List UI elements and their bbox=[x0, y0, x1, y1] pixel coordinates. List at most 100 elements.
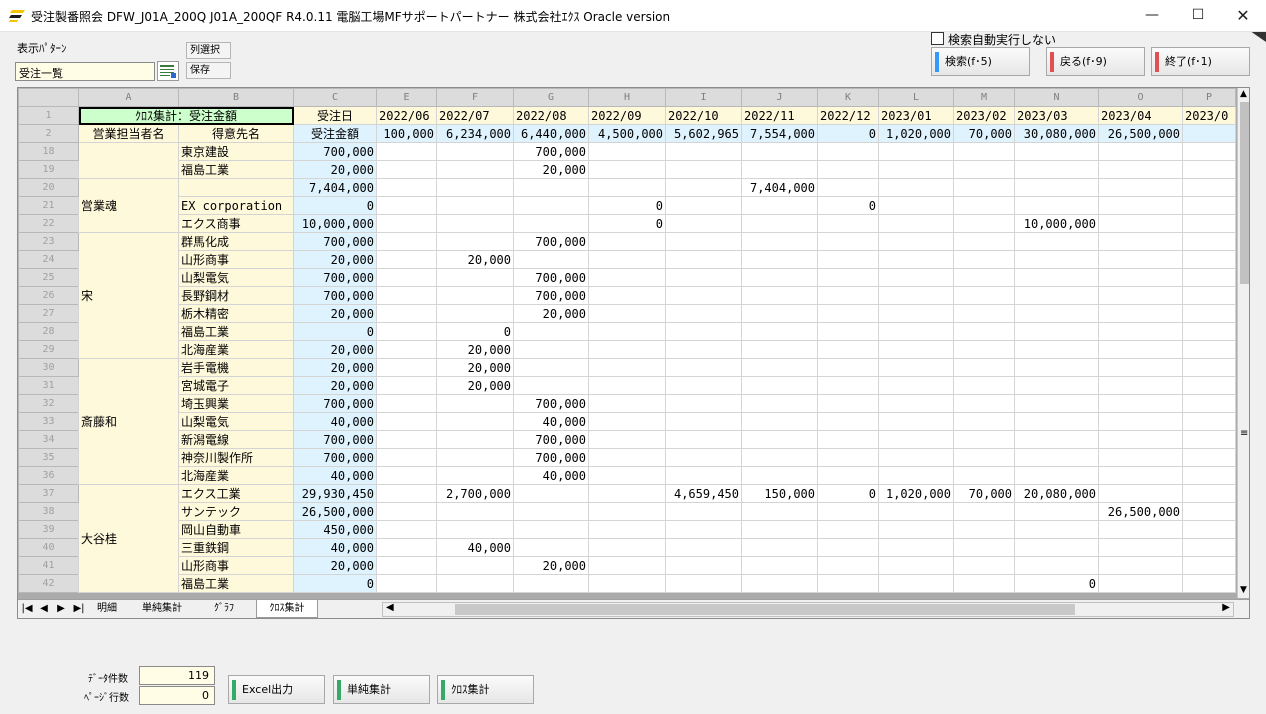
value-cell[interactable] bbox=[953, 160, 1015, 179]
month-header[interactable]: 2022/06 bbox=[376, 106, 437, 125]
value-cell[interactable] bbox=[513, 376, 589, 395]
value-cell[interactable]: 700,000 bbox=[513, 268, 589, 287]
value-cell[interactable] bbox=[436, 232, 514, 251]
horizontal-scroll-thumb[interactable] bbox=[455, 604, 1075, 615]
total-cell[interactable]: 6,440,000 bbox=[513, 124, 589, 143]
value-cell[interactable]: 0 bbox=[817, 196, 879, 215]
value-cell[interactable] bbox=[1014, 268, 1099, 287]
sales-rep-cell[interactable] bbox=[78, 142, 179, 179]
amount-cell[interactable]: 40,000 bbox=[293, 466, 377, 485]
value-cell[interactable] bbox=[376, 520, 437, 539]
value-cell[interactable]: 1,020,000 bbox=[878, 484, 954, 503]
value-cell[interactable] bbox=[376, 214, 437, 233]
value-cell[interactable] bbox=[665, 502, 742, 521]
value-cell[interactable] bbox=[953, 412, 1015, 431]
value-cell[interactable] bbox=[817, 430, 879, 449]
value-cell[interactable] bbox=[588, 250, 666, 269]
value-cell[interactable] bbox=[817, 556, 879, 575]
amount-cell[interactable]: 700,000 bbox=[293, 430, 377, 449]
value-cell[interactable] bbox=[376, 574, 437, 593]
value-cell[interactable] bbox=[1014, 196, 1099, 215]
value-cell[interactable] bbox=[513, 250, 589, 269]
value-cell[interactable] bbox=[878, 268, 954, 287]
value-cell[interactable] bbox=[376, 484, 437, 503]
value-cell[interactable] bbox=[1098, 232, 1183, 251]
value-cell[interactable]: 700,000 bbox=[513, 394, 589, 413]
column-header[interactable]: I bbox=[665, 88, 742, 107]
customer-cell[interactable]: 神奈川製作所 bbox=[178, 448, 294, 467]
value-cell[interactable] bbox=[588, 448, 666, 467]
row-number[interactable]: 38 bbox=[18, 502, 79, 521]
value-cell[interactable] bbox=[376, 556, 437, 575]
value-cell[interactable] bbox=[376, 142, 437, 161]
value-cell[interactable]: 150,000 bbox=[741, 484, 818, 503]
amount-cell[interactable]: 20,000 bbox=[293, 376, 377, 395]
value-cell[interactable] bbox=[1014, 250, 1099, 269]
value-cell[interactable] bbox=[436, 196, 514, 215]
value-cell[interactable] bbox=[376, 466, 437, 485]
value-cell[interactable] bbox=[436, 520, 514, 539]
column-select-button[interactable]: 列選択 bbox=[186, 42, 231, 59]
value-cell[interactable] bbox=[1014, 376, 1099, 395]
value-cell[interactable]: 26,500,000 bbox=[1098, 502, 1183, 521]
order-amount-header[interactable]: 受注金額 bbox=[293, 124, 377, 143]
value-cell[interactable] bbox=[741, 322, 818, 341]
row-number[interactable]: 20 bbox=[18, 178, 79, 197]
value-cell[interactable] bbox=[665, 538, 742, 557]
month-header[interactable]: 2022/12 bbox=[817, 106, 879, 125]
row-number[interactable]: 2 bbox=[18, 124, 79, 143]
row-number[interactable]: 37 bbox=[18, 484, 79, 503]
customer-cell[interactable]: 山梨電気 bbox=[178, 268, 294, 287]
spreadsheet[interactable]: A B C E F G H I J K L M N O P 1 ｸﾛｽ集計：受注金額 受注日 2022/06 2022… bbox=[17, 87, 1250, 619]
row-number[interactable]: 28 bbox=[18, 322, 79, 341]
value-cell[interactable] bbox=[817, 466, 879, 485]
value-cell[interactable] bbox=[953, 502, 1015, 521]
customer-cell[interactable]: エクス工業 bbox=[178, 484, 294, 503]
value-cell[interactable] bbox=[817, 160, 879, 179]
value-cell[interactable] bbox=[817, 538, 879, 557]
value-cell[interactable]: 700,000 bbox=[513, 448, 589, 467]
value-cell[interactable] bbox=[1098, 538, 1183, 557]
value-cell[interactable] bbox=[741, 214, 818, 233]
row-number[interactable]: 1 bbox=[18, 106, 79, 125]
value-cell[interactable] bbox=[588, 484, 666, 503]
value-cell[interactable] bbox=[1098, 574, 1183, 593]
value-cell[interactable] bbox=[1098, 160, 1183, 179]
page-rows-field[interactable]: 0 bbox=[139, 686, 215, 705]
value-cell[interactable]: 0 bbox=[588, 214, 666, 233]
value-cell[interactable] bbox=[1182, 358, 1236, 377]
value-cell[interactable] bbox=[1182, 214, 1236, 233]
value-cell[interactable] bbox=[817, 214, 879, 233]
value-cell[interactable] bbox=[741, 430, 818, 449]
cross-title-cell[interactable]: ｸﾛｽ集計：受注金額 bbox=[78, 106, 294, 125]
value-cell[interactable] bbox=[878, 322, 954, 341]
value-cell[interactable] bbox=[953, 268, 1015, 287]
value-cell[interactable] bbox=[1182, 484, 1236, 503]
row-number[interactable]: 33 bbox=[18, 412, 79, 431]
value-cell[interactable] bbox=[376, 412, 437, 431]
amount-cell[interactable]: 700,000 bbox=[293, 232, 377, 251]
value-cell[interactable] bbox=[1014, 394, 1099, 413]
simple-summary-button[interactable]: 単純集計 bbox=[333, 675, 430, 704]
customer-cell[interactable]: 埼玉興業 bbox=[178, 394, 294, 413]
value-cell[interactable]: 20,000 bbox=[436, 250, 514, 269]
amount-cell[interactable]: 26,500,000 bbox=[293, 502, 377, 521]
value-cell[interactable] bbox=[1098, 340, 1183, 359]
first-sheet-nav-icon[interactable]: |◀ bbox=[20, 600, 34, 618]
value-cell[interactable] bbox=[1182, 376, 1236, 395]
customer-cell[interactable]: 福島工業 bbox=[178, 574, 294, 593]
help-corner-icon[interactable] bbox=[1251, 32, 1266, 42]
amount-cell[interactable]: 20,000 bbox=[293, 304, 377, 323]
tab-cross-summary[interactable]: ｸﾛｽ集計 bbox=[256, 600, 318, 618]
corner-cell[interactable] bbox=[18, 88, 79, 107]
pattern-list-icon[interactable] bbox=[157, 61, 179, 81]
customer-cell[interactable]: 山形商事 bbox=[178, 556, 294, 575]
value-cell[interactable]: 20,000 bbox=[513, 160, 589, 179]
column-header[interactable]: O bbox=[1098, 88, 1183, 107]
value-cell[interactable] bbox=[588, 358, 666, 377]
amount-cell[interactable]: 0 bbox=[293, 574, 377, 593]
value-cell[interactable] bbox=[953, 340, 1015, 359]
value-cell[interactable] bbox=[588, 376, 666, 395]
value-cell[interactable] bbox=[513, 574, 589, 593]
value-cell[interactable] bbox=[878, 376, 954, 395]
